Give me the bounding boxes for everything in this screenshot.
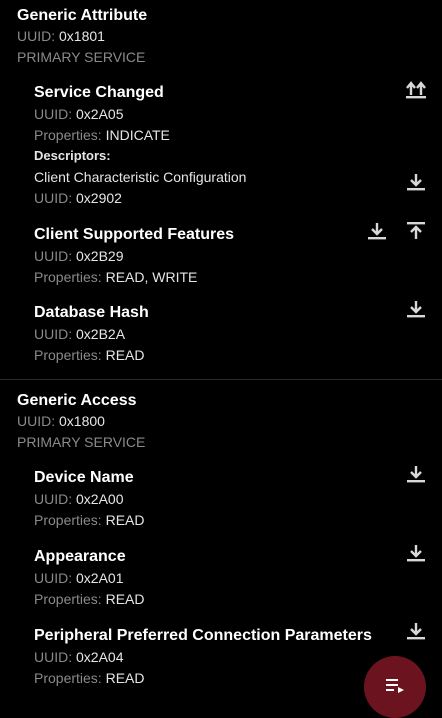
service-generic-attribute[interactable]: Generic Attribute UUID: 0x1801 PRIMARY S…	[17, 6, 147, 66]
properties-label: Properties:	[34, 127, 102, 143]
descriptor-uuid: 0x2902	[76, 190, 122, 206]
characteristic-uuid: 0x2B2A	[76, 326, 126, 342]
characteristic-device-name[interactable]: Device Name UUID: 0x2A00 Properties: REA…	[34, 468, 442, 529]
service-name: Generic Access	[17, 392, 137, 409]
characteristic-properties: READ	[105, 591, 145, 607]
uuid-label: UUID:	[17, 413, 56, 429]
download-icon[interactable]	[403, 542, 429, 564]
uuid-label: UUID:	[34, 491, 73, 507]
characteristic-database-hash[interactable]: Database Hash UUID: 0x2B2A Properties: R…	[34, 303, 442, 364]
characteristic-uuid: 0x2A01	[76, 570, 124, 586]
properties-label: Properties:	[34, 347, 102, 363]
uuid-label: UUID:	[34, 190, 73, 206]
menu-list-icon	[386, 679, 404, 693]
download-icon[interactable]	[403, 171, 429, 193]
download-icon[interactable]	[403, 463, 429, 485]
indicate-icon[interactable]	[403, 78, 429, 100]
uuid-label: UUID:	[17, 28, 56, 44]
characteristic-name: Peripheral Preferred Connection Paramete…	[34, 627, 372, 644]
properties-label: Properties:	[34, 269, 102, 285]
characteristic-service-changed[interactable]: Service Changed UUID: 0x2A05 Properties:…	[34, 83, 442, 207]
download-icon[interactable]	[364, 220, 390, 242]
characteristic-name: Device Name	[34, 469, 134, 486]
characteristic-uuid: 0x2B29	[76, 248, 124, 264]
uuid-label: UUID:	[34, 248, 73, 264]
service-uuid: 0x1801	[59, 28, 105, 44]
download-icon[interactable]	[403, 620, 429, 642]
descriptor-name: Client Characteristic Configuration	[34, 169, 247, 185]
characteristic-uuid: 0x2A04	[76, 649, 124, 665]
uuid-label: UUID:	[34, 106, 73, 122]
characteristic-properties: READ, WRITE	[105, 269, 198, 285]
properties-label: Properties:	[34, 670, 102, 686]
uuid-label: UUID:	[34, 570, 73, 586]
descriptors-header: Descriptors:	[34, 148, 111, 163]
service-uuid: 0x1800	[59, 413, 105, 429]
characteristic-appearance[interactable]: Appearance UUID: 0x2A01 Properties: READ	[34, 547, 442, 608]
characteristic-uuid: 0x2A00	[76, 491, 124, 507]
service-name: Generic Attribute	[17, 7, 148, 24]
characteristic-name: Appearance	[34, 548, 126, 565]
characteristic-properties: READ	[105, 670, 145, 686]
characteristic-properties: READ	[105, 512, 145, 528]
characteristic-name: Service Changed	[34, 84, 164, 101]
uuid-label: UUID:	[34, 326, 73, 342]
service-generic-access[interactable]: Generic Access UUID: 0x1800 PRIMARY SERV…	[17, 391, 145, 451]
upload-icon[interactable]	[403, 220, 429, 242]
download-icon[interactable]	[403, 298, 429, 320]
divider	[0, 379, 442, 380]
properties-label: Properties:	[34, 512, 102, 528]
uuid-label: UUID:	[34, 649, 73, 665]
characteristic-properties: INDICATE	[105, 127, 170, 143]
service-type: PRIMARY SERVICE	[17, 434, 146, 450]
characteristic-uuid: 0x2A05	[76, 106, 124, 122]
properties-label: Properties:	[34, 591, 102, 607]
log-fab-button[interactable]	[364, 656, 426, 718]
characteristic-name: Database Hash	[34, 304, 149, 321]
service-type: PRIMARY SERVICE	[17, 49, 146, 65]
characteristic-properties: READ	[105, 347, 145, 363]
